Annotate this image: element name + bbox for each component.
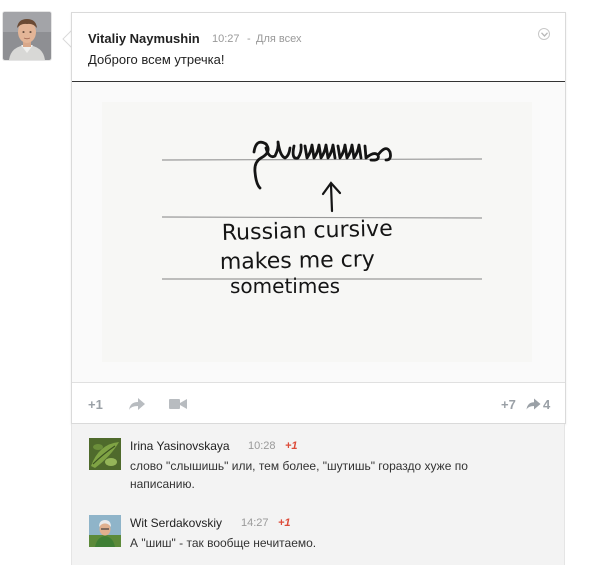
comment-text: слово "слышишь" или, тем более, "шутишь"… [130,459,468,491]
comment-text: А "шиш" - так вообще нечитаемо. [130,536,317,550]
plus-count[interactable]: +7 [501,397,516,412]
plus-one-button[interactable]: +1 [88,397,103,412]
comment-author[interactable]: Irina Yasinovskaya [130,439,230,453]
author-avatar-image [3,12,51,60]
comment-author[interactable]: Wit Serdakovskiy [130,516,222,530]
share-count[interactable]: 4 [543,397,550,412]
post-card: Vitaliy Naymushin 10:27 - Для всех Добро… [71,12,566,424]
caption-line-2: makes me cry [220,247,375,275]
caption-line-3: sometimes [230,274,340,298]
hangout-icon[interactable] [169,398,187,410]
post-photo[interactable]: Russian cursive makes me cry sometimes [72,81,565,383]
comment-timestamp[interactable]: 10:28 [248,440,276,452]
comment-plus-one[interactable]: +1 [278,517,291,529]
caption-line-1: Russian cursive [222,217,394,246]
author-avatar[interactable] [3,12,51,60]
commenter-avatar[interactable] [89,515,121,547]
commenter-avatar-image [89,515,121,547]
post-menu-button[interactable] [538,28,550,40]
post-visibility[interactable]: Для всех [256,33,301,45]
share-icon[interactable] [128,397,146,411]
share-count-icon [526,398,541,410]
handwriting-photo: Russian cursive makes me cry sometimes [72,82,565,382]
post-actions-bar: +1 +7 4 [72,383,565,423]
commenter-avatar[interactable] [89,438,121,470]
post-author-name[interactable]: Vitaliy Naymushin [88,31,200,46]
comment-plus-one[interactable]: +1 [285,440,298,452]
post-separator: - [247,33,251,45]
menu-chevron-icon [540,31,548,37]
comment-timestamp[interactable]: 14:27 [241,517,269,529]
commenter-avatar-image [89,438,121,470]
post-text: Доброго всем утречка! [88,52,225,67]
comments-section: Irina Yasinovskaya 10:28 +1 слово "слыши… [71,424,565,565]
post-timestamp[interactable]: 10:27 [212,33,240,45]
